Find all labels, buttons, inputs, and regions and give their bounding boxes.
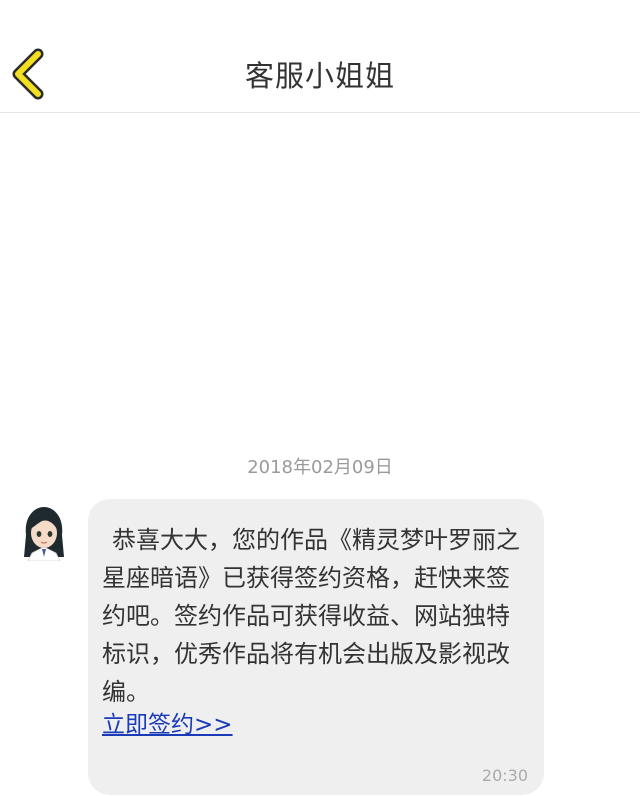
navigation-bar: 客服小姐姐 [0,20,640,113]
message-time: 20:30 [481,766,528,785]
sign-now-link[interactable]: 立即签约>> [102,709,233,741]
message-text: 恭喜大大，您的作品《精灵梦叶罗丽之星座暗语》已获得签约资格，赶快来签约吧。签约作… [102,526,520,706]
message-date: 2018年02月09日 [247,457,393,478]
status-strip [0,0,640,21]
page-title: 客服小姐姐 [244,59,395,93]
chat-area[interactable]: 2018年02月09日 恭喜大大，您的作品《精灵梦叶罗丽之星座暗语》已获得签约资… [0,113,640,796]
avatar[interactable] [20,505,68,561]
message-bubble[interactable]: 恭喜大大，您的作品《精灵梦叶罗丽之星座暗语》已获得签约资格，赶快来签约吧。签约作… [88,499,544,795]
chat-screen: 客服小姐姐 2018年02月09日 恭喜大大，您的作品《精灵梦叶罗丽之星座暗语》… [0,0,640,796]
